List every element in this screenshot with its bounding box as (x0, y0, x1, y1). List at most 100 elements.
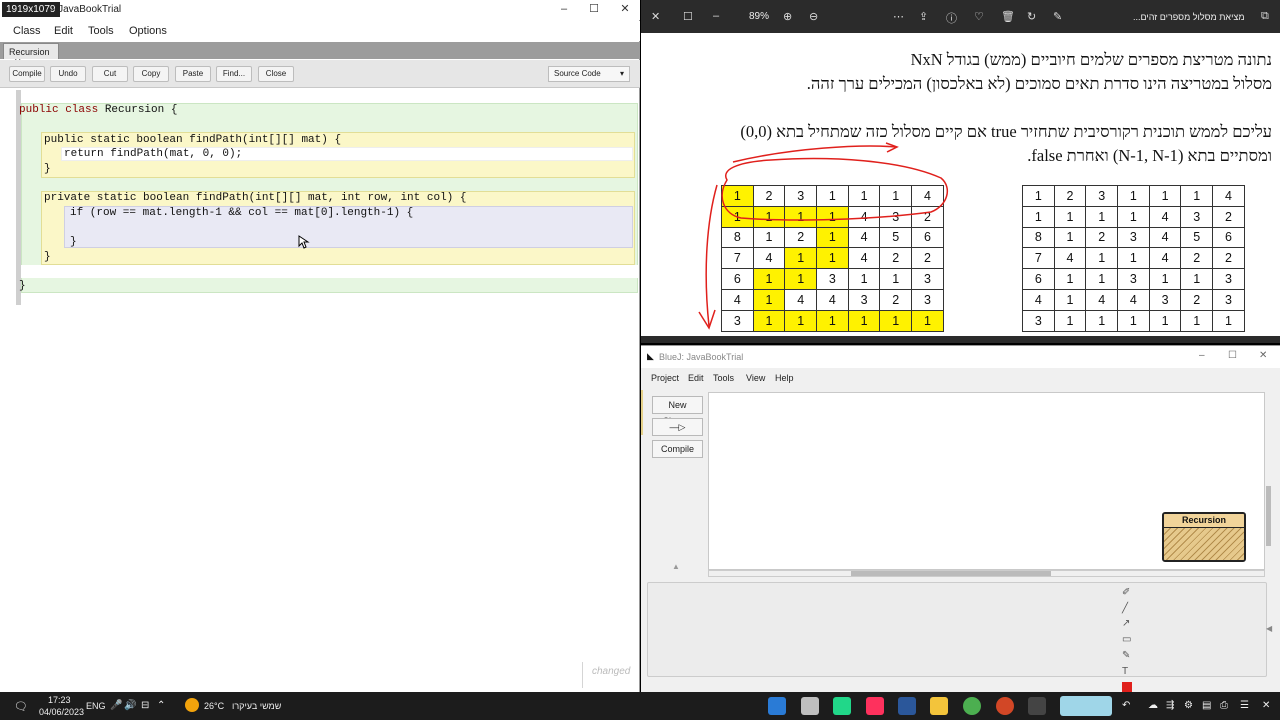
store-app-icon[interactable] (768, 697, 786, 715)
close-button[interactable]: Close (258, 66, 294, 82)
paste-button[interactable]: Paste (175, 66, 211, 82)
side-arrow-icon[interactable]: ◀ (1266, 624, 1272, 633)
volume-icon[interactable]: 🔊 (124, 700, 136, 711)
class-box-recursion[interactable]: Recursion (1162, 512, 1246, 562)
intellij-app-icon[interactable] (866, 697, 884, 715)
rectangle-tool-icon[interactable]: ▭ (1122, 634, 1131, 645)
maximize-icon[interactable]: ☐ (587, 2, 601, 16)
bluej-app-icon[interactable] (801, 697, 819, 715)
search-widget[interactable] (1060, 696, 1112, 716)
menu-edit[interactable]: Edit (688, 373, 704, 383)
code-line-close1[interactable]: } (44, 162, 51, 176)
vertical-scroll-thumb[interactable] (1266, 486, 1271, 546)
favorite-icon[interactable]: ♡ (974, 10, 984, 23)
menu-tools[interactable]: Tools (713, 373, 734, 383)
print-icon[interactable]: ⎙ (1220, 700, 1228, 711)
editor-title: - JavaBookTrial (52, 4, 122, 15)
editor-window: 1919x1079 - JavaBookTrial – ☐ ✕ Class Ed… (0, 0, 640, 692)
weather-desc[interactable]: שמשי בעיקרו (232, 701, 281, 711)
chrome-app-icon[interactable] (963, 697, 981, 715)
code-line-close-class[interactable]: } (19, 279, 26, 293)
task-view-icon[interactable] (1028, 697, 1046, 715)
object-bench[interactable] (647, 582, 1267, 677)
close-icon[interactable]: ✕ (651, 10, 660, 23)
close-icon[interactable]: ✕ (1259, 350, 1267, 361)
info-icon[interactable]: ⓘ (946, 10, 957, 26)
menu-help[interactable]: Help (775, 373, 794, 383)
code-line-class[interactable]: public class Recursion { (19, 103, 177, 117)
clock-date[interactable]: 04/06/2023 (39, 707, 84, 717)
chevron-up-icon[interactable]: ⌃ (157, 700, 165, 711)
powerpoint-app-icon[interactable] (996, 697, 1014, 715)
list-icon[interactable]: ☰ (1240, 700, 1249, 711)
code-line-if-close[interactable]: } (70, 235, 77, 249)
cut-button[interactable]: Cut (92, 66, 128, 82)
share-icon[interactable]: ⇶ (1166, 700, 1174, 711)
code-line-close2[interactable]: } (44, 250, 51, 264)
arrow-button[interactable]: —▷ (652, 418, 703, 436)
line-tool-icon[interactable]: ╱ (1122, 603, 1128, 614)
code-line-return[interactable]: return findPath(mat, 0, 0); (64, 147, 242, 161)
undo-icon[interactable]: ↶ (1122, 700, 1130, 711)
save-icon[interactable]: ▤ (1202, 700, 1211, 711)
clock-time[interactable]: 17:23 (48, 695, 71, 705)
settings-icon[interactable]: ⚙ (1184, 700, 1193, 711)
menu-edit[interactable]: Edit (54, 25, 73, 37)
close-icon[interactable]: ✕ (1262, 700, 1270, 711)
status-separator (582, 662, 583, 688)
code-line-method1[interactable]: public static boolean findPath(int[][] m… (44, 133, 341, 147)
bluej-title-bar: ◣ BlueJ: JavaBookTrial – ☐ ✕ (641, 346, 1280, 368)
new-class-button[interactable]: New Class... (652, 396, 703, 426)
text-line-2: מסלול במטריצה הינו סדרת תאים סמוכים (לא … (806, 74, 1272, 93)
editor-toolbar: Compile Undo Cut Copy Paste Find... Clos… (0, 60, 640, 88)
edit-icon[interactable]: ✎ (1053, 10, 1062, 23)
compile-button[interactable]: Compile (9, 66, 45, 82)
weather-temp[interactable]: 26°C (204, 701, 224, 711)
menu-view[interactable]: View (746, 373, 765, 383)
menu-tools[interactable]: Tools (88, 25, 114, 37)
find-button[interactable]: Find... (216, 66, 252, 82)
word-app-icon[interactable] (898, 697, 916, 715)
minimize-icon[interactable]: – (1199, 350, 1205, 361)
pdf-toolbar: ✕ ☐ – 89% ⊕ ⊖ ⋯ ⇪ ⓘ ♡ 🗑 ↻ ✎ מציאת מסלול … (641, 0, 1280, 33)
tab-recursion[interactable]: Recursion ✕ (3, 43, 59, 67)
pointer-tool-icon[interactable]: ✐ (1122, 587, 1130, 598)
class-diagram-canvas[interactable]: Recursion (708, 392, 1265, 570)
compile-button[interactable]: Compile (652, 440, 703, 458)
microphone-icon[interactable]: 🎤 (110, 700, 122, 711)
pen-tool-icon[interactable]: ✎ (1122, 650, 1130, 661)
network-icon[interactable]: ⊟ (141, 700, 149, 711)
bluej-menu-bar: Project Edit Tools View Help (641, 368, 1280, 388)
pycharm-app-icon[interactable] (833, 697, 851, 715)
explorer-app-icon[interactable] (930, 697, 948, 715)
copy-button[interactable]: Copy (133, 66, 169, 82)
collapse-icon[interactable]: ▲ (672, 562, 680, 571)
undo-button[interactable]: Undo (50, 66, 86, 82)
delete-icon[interactable]: 🗑 (1001, 10, 1015, 23)
minimize-icon[interactable]: – (557, 2, 571, 16)
text-tool-icon[interactable]: T (1122, 666, 1128, 677)
color-swatch-icon[interactable] (1122, 682, 1132, 692)
view-select[interactable]: Source Code ▾ (548, 66, 630, 82)
language-indicator[interactable]: ENG (86, 701, 106, 711)
share-icon[interactable]: ⇪ (919, 10, 928, 23)
zoom-in-icon[interactable]: ⊕ (783, 10, 792, 23)
zoom-out-icon[interactable]: ⊖ (809, 10, 818, 23)
menu-project[interactable]: Project (651, 373, 679, 383)
arrow-tool-icon[interactable]: ↗ (1122, 618, 1130, 629)
code-line-if[interactable]: if (row == mat.length-1 && col == mat[0]… (70, 206, 413, 220)
text-line-1: נתונה מטריצת מספרים שלמים חיוביים (ממש) … (910, 50, 1272, 69)
close-icon[interactable]: ✕ (618, 2, 632, 16)
maximize-icon[interactable]: ☐ (1228, 350, 1237, 361)
menu-class[interactable]: Class (13, 25, 41, 37)
horizontal-scroll-thumb[interactable] (851, 571, 1051, 576)
notification-icon[interactable]: 🗨 (14, 700, 28, 713)
rotate-icon[interactable]: ↻ (1027, 10, 1036, 23)
more-icon[interactable]: ⋯ (893, 10, 904, 23)
minimize-icon[interactable]: – (713, 10, 719, 22)
cloud-icon[interactable]: ☁ (1148, 700, 1158, 711)
maximize-icon[interactable]: ☐ (683, 10, 693, 23)
side-accent (641, 390, 643, 435)
code-line-method2[interactable]: private static boolean findPath(int[][] … (44, 191, 466, 205)
menu-options[interactable]: Options (129, 25, 167, 37)
